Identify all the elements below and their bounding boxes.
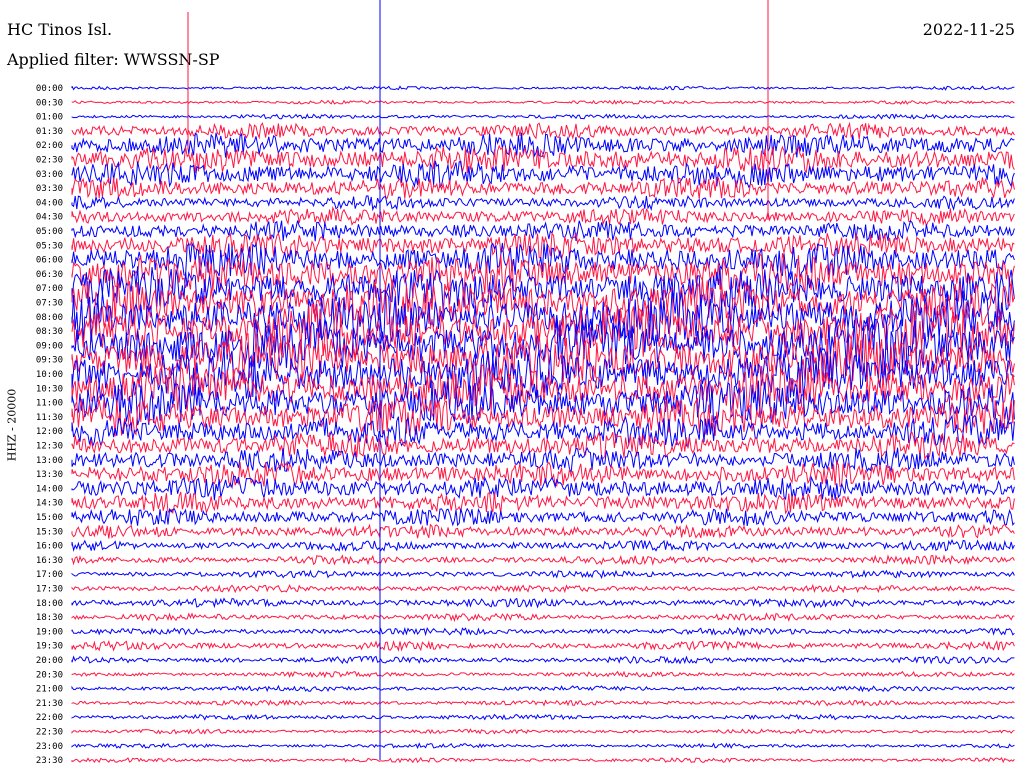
- trace-line: [71, 475, 1015, 501]
- time-tick-label: 05:30: [36, 241, 63, 251]
- trace-line: [71, 756, 1015, 764]
- trace-line: [71, 99, 1015, 105]
- time-tick-label: 09:00: [36, 341, 63, 351]
- time-tick-label: 06:30: [36, 270, 63, 280]
- time-tick-label: 01:00: [36, 113, 63, 123]
- time-tick-label: 10:00: [36, 370, 63, 380]
- trace-lines: [71, 0, 1015, 764]
- trace-line: [71, 538, 1015, 553]
- time-tick-labels: 00:00 00:30 01:00 01:30 02:00 02:30 03:00 03:30…: [36, 84, 63, 766]
- time-tick-label: 11:30: [36, 413, 63, 423]
- time-tick-label: 07:30: [36, 299, 63, 309]
- time-tick-label: 00:30: [36, 98, 63, 108]
- time-tick-label: 23:30: [36, 756, 63, 766]
- time-tick-label: 22:30: [36, 728, 63, 738]
- time-tick-label: 21:00: [36, 685, 63, 695]
- time-tick-label: 17:00: [36, 570, 63, 580]
- time-tick-label: 15:00: [36, 513, 63, 523]
- time-tick-label: 03:00: [36, 170, 63, 180]
- trace-line: [71, 728, 1015, 735]
- trace-line: [71, 699, 1015, 707]
- time-tick-label: 02:30: [36, 156, 63, 166]
- time-tick-label: 02:00: [36, 141, 63, 151]
- trace-line: [71, 113, 1015, 120]
- time-tick-label: 20:00: [36, 656, 63, 666]
- time-tick-label: 04:30: [36, 213, 63, 223]
- trace-line: [71, 491, 1015, 515]
- time-tick-label: 16:00: [36, 542, 63, 552]
- time-tick-label: 20:30: [36, 670, 63, 680]
- time-tick-label: 14:30: [36, 499, 63, 509]
- time-tick-label: 13:00: [36, 456, 63, 466]
- trace-line: [71, 655, 1015, 665]
- time-tick-label: 14:00: [36, 484, 63, 494]
- time-tick-label: 08:00: [36, 313, 63, 323]
- trace-line: [71, 431, 1015, 461]
- trace-line: [71, 639, 1015, 652]
- time-tick-label: 13:30: [36, 470, 63, 480]
- trace-line: [71, 626, 1015, 637]
- time-tick-label: 19:30: [36, 642, 63, 652]
- trace-line: [71, 583, 1015, 594]
- time-tick-label: 12:00: [36, 427, 63, 437]
- time-tick-label: 11:00: [36, 399, 63, 409]
- trace-line: [71, 176, 1015, 199]
- trace-line: [71, 194, 1015, 212]
- time-tick-label: 19:00: [36, 627, 63, 637]
- time-tick-label: 10:30: [36, 384, 63, 394]
- trace-line: [71, 507, 1015, 527]
- time-tick-label: 06:00: [36, 256, 63, 266]
- trace-line: [71, 742, 1015, 750]
- time-tick-label: 23:00: [36, 742, 63, 752]
- time-tick-label: 08:30: [36, 327, 63, 337]
- helicorder-plot: 00:00 00:30 01:00 01:30 02:00 02:30 03:00 03:30…: [36, 0, 1015, 766]
- trace-line: [71, 523, 1015, 539]
- trace-line: [71, 612, 1015, 623]
- trace-line: [71, 713, 1015, 721]
- time-tick-label: 12:30: [36, 442, 63, 452]
- trace-line: [71, 684, 1015, 693]
- time-tick-label: 01:30: [36, 127, 63, 137]
- trace-line: [71, 205, 1015, 228]
- trace-line: [71, 670, 1015, 679]
- time-tick-label: 18:30: [36, 613, 63, 623]
- trace-line: [71, 85, 1015, 91]
- time-tick-label: 07:00: [36, 284, 63, 294]
- time-tick-label: 09:30: [36, 356, 63, 366]
- time-tick-label: 15:30: [36, 527, 63, 537]
- time-tick-label: 21:30: [36, 699, 63, 709]
- trace-line: [71, 160, 1015, 189]
- time-tick-label: 05:00: [36, 227, 63, 237]
- time-tick-label: 16:30: [36, 556, 63, 566]
- trace-line: [71, 597, 1015, 609]
- time-tick-label: 22:00: [36, 713, 63, 723]
- time-tick-label: 18:00: [36, 599, 63, 609]
- trace-line: [71, 554, 1015, 566]
- time-tick-label: 03:30: [36, 184, 63, 194]
- trace-line: [71, 569, 1015, 580]
- trace-line: [71, 121, 1015, 140]
- time-tick-label: 17:30: [36, 585, 63, 595]
- time-tick-label: 04:00: [36, 198, 63, 208]
- time-tick-label: 00:00: [36, 84, 63, 94]
